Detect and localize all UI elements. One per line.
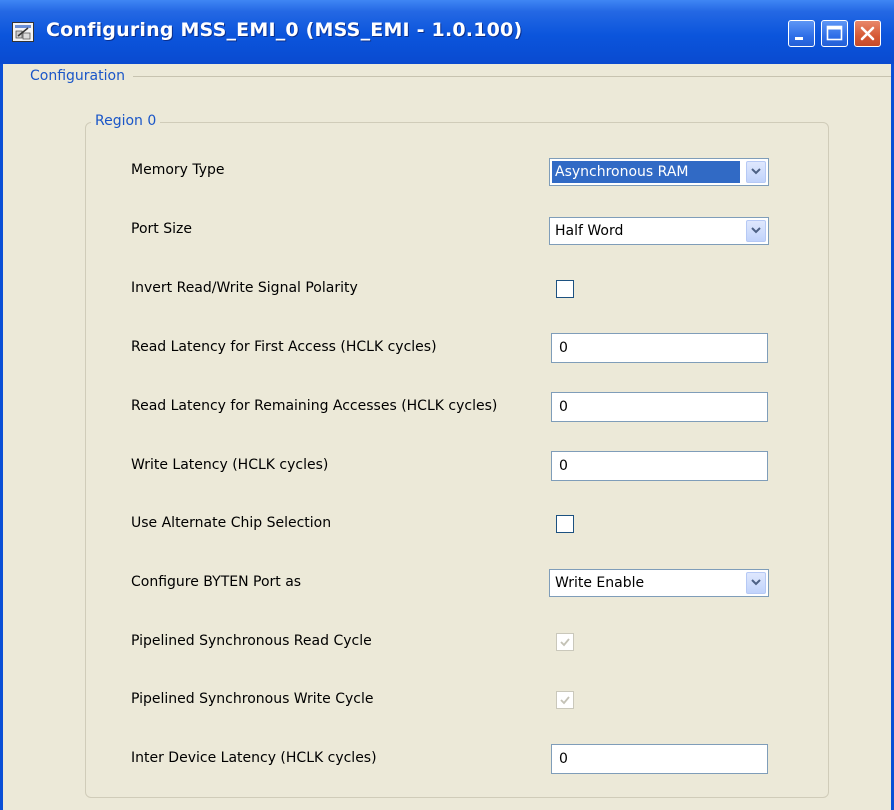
- byten-port-value: Write Enable: [555, 575, 645, 591]
- invert-polarity-label: Invert Read/Write Signal Polarity: [131, 280, 358, 296]
- checkmark-icon: [560, 696, 570, 705]
- app-icon: [12, 22, 34, 42]
- maximize-button[interactable]: [821, 20, 848, 47]
- memory-type-label: Memory Type: [131, 162, 225, 178]
- read-latency-remaining-input[interactable]: 0: [551, 392, 768, 422]
- write-latency-label: Write Latency (HCLK cycles): [131, 457, 329, 473]
- pipelined-read-label: Pipelined Synchronous Read Cycle: [131, 633, 372, 649]
- byten-port-dropdown[interactable]: Write Enable: [549, 569, 769, 597]
- window-title: Configuring MSS_EMI_0 (MSS_EMI - 1.0.100…: [46, 19, 523, 41]
- inter-device-latency-input[interactable]: 0: [551, 744, 768, 774]
- read-latency-remaining-label: Read Latency for Remaining Accesses (HCL…: [131, 398, 498, 414]
- region-0-group-label: Region 0: [91, 113, 161, 129]
- chevron-down-icon[interactable]: [746, 161, 766, 183]
- maximize-icon: [826, 25, 843, 41]
- port-size-dropdown[interactable]: Half Word: [549, 217, 769, 245]
- pipelined-write-label: Pipelined Synchronous Write Cycle: [131, 691, 374, 707]
- port-size-value: Half Word: [555, 223, 624, 239]
- title-bar[interactable]: Configuring MSS_EMI_0 (MSS_EMI - 1.0.100…: [0, 0, 894, 64]
- write-latency-input[interactable]: 0: [551, 451, 768, 481]
- minimize-icon: [795, 37, 803, 40]
- inter-device-latency-value: 0: [559, 751, 568, 767]
- read-latency-first-label: Read Latency for First Access (HCLK cycl…: [131, 339, 437, 355]
- invert-polarity-checkbox[interactable]: [556, 280, 574, 298]
- chevron-down-icon[interactable]: [746, 572, 766, 594]
- pipelined-write-checkbox: [556, 691, 574, 709]
- alternate-chip-selection-checkbox[interactable]: [556, 515, 574, 533]
- minimize-button[interactable]: [788, 20, 815, 47]
- byten-port-label: Configure BYTEN Port as: [131, 574, 302, 590]
- close-button[interactable]: [854, 20, 881, 47]
- configuration-window: Configuring MSS_EMI_0 (MSS_EMI - 1.0.100…: [0, 0, 894, 810]
- configuration-group-label: Configuration: [30, 68, 129, 84]
- read-latency-first-value: 0: [559, 340, 568, 356]
- read-latency-remaining-value: 0: [559, 399, 568, 415]
- close-icon: [860, 26, 875, 41]
- dialog-body: Configuration Region 0 Memory Type Async…: [3, 64, 891, 810]
- pipelined-read-checkbox: [556, 633, 574, 651]
- inter-device-latency-label: Inter Device Latency (HCLK cycles): [131, 750, 377, 766]
- checkmark-icon: [560, 638, 570, 647]
- read-latency-first-input[interactable]: 0: [551, 333, 768, 363]
- alternate-chip-selection-label: Use Alternate Chip Selection: [131, 515, 332, 531]
- configuration-group-divider: [133, 76, 891, 77]
- write-latency-value: 0: [559, 458, 568, 474]
- memory-type-dropdown[interactable]: Asynchronous RAM: [549, 158, 769, 186]
- memory-type-value: Asynchronous RAM: [555, 164, 689, 180]
- port-size-label: Port Size: [131, 221, 192, 237]
- chevron-down-icon[interactable]: [746, 220, 766, 242]
